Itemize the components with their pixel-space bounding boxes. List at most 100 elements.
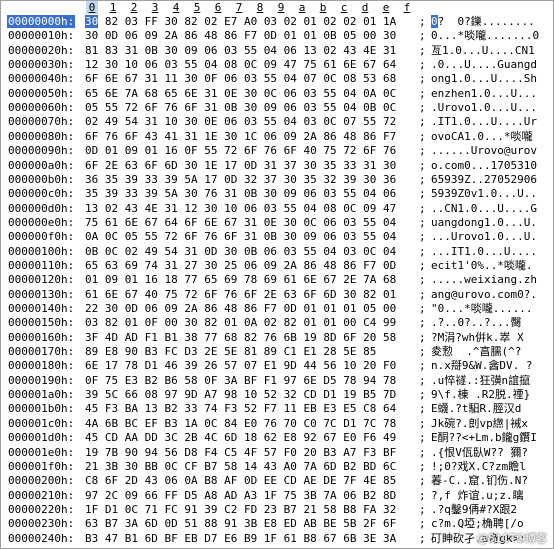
row-ascii-text[interactable]: 萶-C..窟.钔伤.N? xyxy=(431,474,528,487)
hex-row[interactable]: 000001c0h: 4A 6B BC EF B3 1A 0C 84 E0 76 … xyxy=(1,417,553,430)
row-ascii-text[interactable]: 夌愂 .^亯臑(^? xyxy=(431,345,521,358)
row-hex-bytes[interactable]: 6F 2E 63 6F 6D 30 1E 17 0D 31 37 30 35 3… xyxy=(85,159,396,172)
row-hex-bytes[interactable]: 0B 0C 02 49 54 31 0D 30 0B 06 03 55 04 0… xyxy=(85,245,396,258)
row-hex-bytes[interactable]: 21 3B 30 BB 0C CF B7 58 14 43 A0 7A 6D B… xyxy=(85,460,396,473)
row-hex-bytes[interactable]: 61 6E 67 40 75 72 6F 76 6F 2E 63 6F 6D 3… xyxy=(85,288,396,301)
hex-row[interactable]: 00000240h: B3 47 B1 6D BF EB D7 E6 B9 1F … xyxy=(1,532,553,545)
row-ascii-text[interactable]: .{恨V佤臥W?? 獮? xyxy=(431,446,528,459)
row-hex-bytes[interactable]: 30 82 03 FF 30 82 02 E7 A0 03 02 01 02 0… xyxy=(85,15,396,28)
hex-row[interactable]: 00000050h: 65 6E 7A 68 65 6E 31 0E 30 0C … xyxy=(1,87,553,100)
hex-row[interactable]: 00000180h: 6E 17 78 D1 46 39 26 57 07 E1 … xyxy=(1,359,553,372)
row-hex-bytes[interactable]: 6E 17 78 D1 46 39 26 57 07 E1 9D 44 56 1… xyxy=(85,359,396,372)
row-ascii-text[interactable]: .?..0?..?...臋 xyxy=(431,316,521,329)
row-hex-bytes[interactable]: 30 0D 06 09 2A 86 48 86 F7 0D 01 01 0B 0… xyxy=(85,29,396,42)
hex-row[interactable]: 00000120h: 01 09 01 16 18 77 65 69 78 69 … xyxy=(1,273,553,286)
hex-row[interactable]: 000001e0h: 19 7B 90 94 56 D8 F4 C5 4F 57 … xyxy=(1,446,553,459)
hex-row[interactable]: 00000220h: 1F D1 0C 71 FC 91 39 C2 FD 23 … xyxy=(1,503,553,516)
row-ascii-text[interactable]: enzhen1.0...U... xyxy=(431,87,537,100)
row-ascii-text[interactable]: n.x搿9&W.酓DV. ? xyxy=(431,359,532,372)
row-hex-bytes[interactable]: 03 82 01 0F 00 30 82 01 0A 02 82 01 01 0… xyxy=(85,316,396,329)
hex-row[interactable]: 00000100h: 0B 0C 02 49 54 31 0D 30 0B 06 … xyxy=(1,245,553,258)
row-ascii-text[interactable]: c?m.Q埡;桷聘[/o xyxy=(431,517,524,530)
row-ascii-text[interactable]: .....weixiang.zh xyxy=(431,273,537,286)
row-ascii-text[interactable]: .?q鑿9侢#?X跟2 xyxy=(431,503,517,516)
row-hex-bytes[interactable]: 36 35 39 33 39 5A 17 0D 32 37 30 35 32 3… xyxy=(85,173,396,186)
hex-row[interactable]: 000000e0h: 75 61 6E 67 64 6F 6E 67 31 0E … xyxy=(1,216,553,229)
row-ascii-text[interactable]: E酮??<+Lm.b鑨g鑦I xyxy=(431,431,537,444)
hex-row[interactable]: 000000b0h: 36 35 39 33 39 5A 17 0D 32 37 … xyxy=(1,173,553,186)
row-hex-bytes[interactable]: 97 2C 09 66 FF D5 A8 AD A3 1F 75 3B 7A 0… xyxy=(85,489,396,502)
row-ascii-text[interactable]: ?M涓?wh倂k.崒 X xyxy=(431,331,524,344)
hex-row[interactable]: 00000070h: 02 49 54 31 10 30 0E 06 03 55 … xyxy=(1,115,553,128)
row-ascii-text[interactable]: ?,f 炸谊.u;z.瞝 xyxy=(431,489,524,502)
row-hex-bytes[interactable]: 75 61 6E 67 64 6F 6E 67 31 0E 30 0C 06 0… xyxy=(85,216,396,229)
row-ascii-text[interactable]: 亙1.0...U....CN1 xyxy=(431,44,535,57)
hex-row[interactable]: 00000040h: 6F 6E 67 31 11 30 0F 06 03 55 … xyxy=(1,72,553,85)
row-ascii-text[interactable]: E蠛.?t馹R.脛汉d xyxy=(431,402,521,415)
hex-row[interactable]: 000000a0h: 6F 2E 63 6F 6D 30 1E 17 0D 31 … xyxy=(1,159,553,172)
hex-row[interactable]: 000000c0h: 35 39 33 39 5A 30 76 31 0B 30 … xyxy=(1,187,553,200)
row-hex-bytes[interactable]: 65 6E 7A 68 65 6E 31 0E 30 0C 06 03 55 0… xyxy=(85,87,396,100)
row-hex-bytes[interactable]: 01 09 01 16 18 77 65 69 78 69 61 6E 67 2… xyxy=(85,273,396,286)
hex-row[interactable]: 00000170h: 89 E8 90 B3 FC D3 2E 5E 81 89 … xyxy=(1,345,553,358)
hex-row[interactable]: 00000110h: 65 63 69 74 31 27 30 25 06 09 … xyxy=(1,259,553,272)
row-hex-bytes[interactable]: 45 CD AA DD 3C 2B 4C 6D 18 62 E8 92 67 E… xyxy=(85,431,396,444)
row-hex-bytes[interactable]: 0A 0C 05 55 72 6F 76 6F 31 0B 30 09 06 0… xyxy=(85,230,396,243)
row-ascii-text[interactable]: .IT1.0...U....Ur xyxy=(431,115,537,128)
row-hex-bytes[interactable]: 22 30 0D 06 09 2A 86 48 86 F7 0D 01 01 0… xyxy=(85,302,396,315)
row-ascii-text[interactable]: ..CN1.0...U....G xyxy=(431,202,537,215)
hex-row[interactable]: 00000140h: 22 30 0D 06 09 2A 86 48 86 F7 … xyxy=(1,302,553,315)
hex-row[interactable]: 00000160h: 3F 4D AD F1 B1 38 77 68 82 76 … xyxy=(1,331,553,344)
hex-row[interactable]: 00000080h: 6F 76 6F 43 41 31 1E 30 1C 06 … xyxy=(1,130,553,143)
row-hex-bytes[interactable]: 81 83 31 0B 30 09 06 03 55 04 06 13 02 4… xyxy=(85,44,396,57)
hex-row[interactable]: 000000f0h: 0A 0C 05 55 72 6F 76 6F 31 0B … xyxy=(1,230,553,243)
hex-row[interactable]: 00000000h: 30 82 03 FF 30 82 02 E7 A0 03 … xyxy=(1,15,553,28)
row-hex-bytes[interactable]: 6F 76 6F 43 41 31 1E 30 1C 06 09 2A 86 4… xyxy=(85,130,396,143)
hex-row[interactable]: 00000200h: C8 6F 2D 43 06 0A B8 AF 0D EE … xyxy=(1,474,553,487)
row-ascii-text[interactable]: ...Urovo1.0...U. xyxy=(431,230,537,243)
row-hex-bytes[interactable]: 02 49 54 31 10 30 0E 06 03 55 04 03 0C 0… xyxy=(85,115,396,128)
row-ascii-text[interactable]: 5939Z0v1.0...U.. xyxy=(431,187,537,200)
row-ascii-text[interactable]: ecit1'0%..*啖嚨. xyxy=(431,259,532,272)
row-ascii-text[interactable]: Jk碗?.剆vp繺|裓x xyxy=(431,417,528,430)
row-ascii-text[interactable]: .u悴禭.:狂彉n誼攛 xyxy=(431,374,530,387)
row-hex-bytes[interactable]: 89 E8 90 B3 FC D3 2E 5E 81 89 C1 E1 28 5… xyxy=(85,345,383,358)
hex-row[interactable]: 00000020h: 81 83 31 0B 30 09 06 03 55 04 … xyxy=(1,44,553,57)
row-hex-bytes[interactable]: 4A 6B BC EF B3 1A 0C 84 E0 76 70 C0 7C D… xyxy=(85,417,396,430)
row-hex-bytes[interactable]: 19 7B 90 94 56 D8 F4 C5 4F 57 F0 20 B3 A… xyxy=(85,446,396,459)
row-hex-bytes[interactable]: 1F D1 0C 71 FC 91 39 C2 FD 23 B7 21 58 B… xyxy=(85,503,396,516)
row-ascii-text[interactable]: 65939Z..27052906 xyxy=(431,173,537,186)
row-ascii-text[interactable]: "0...*啖嚨...... xyxy=(431,302,532,315)
hex-row[interactable]: 00000030h: 12 30 10 06 03 55 04 08 0C 09 … xyxy=(1,58,553,71)
row-hex-bytes[interactable]: 6F 6E 67 31 11 30 0F 06 03 55 04 07 0C 0… xyxy=(85,72,396,85)
row-ascii-text[interactable]: ...IT1.0...U.... xyxy=(431,245,537,258)
row-ascii-text[interactable]: uangdong1.0...U. xyxy=(431,216,537,229)
row-hex-bytes[interactable]: 39 5C 66 08 97 9D A7 98 10 52 32 CD D1 1… xyxy=(85,388,396,401)
hex-row[interactable]: 00000010h: 30 0D 06 09 2A 86 48 86 F7 0D … xyxy=(1,29,553,42)
hex-row[interactable]: 000001a0h: 39 5C 66 08 97 9D A7 98 10 52 … xyxy=(1,388,553,401)
row-hex-bytes[interactable]: C8 6F 2D 43 06 0A B8 AF 0D EE CD AE DE 7… xyxy=(85,474,396,487)
hex-row[interactable]: 00000090h: 0D 01 09 01 16 0F 55 72 6F 76 … xyxy=(1,144,553,157)
hex-row[interactable]: 000000d0h: 13 02 43 4E 31 12 30 10 06 03 … xyxy=(1,202,553,215)
hex-row[interactable]: 000001b0h: 45 F3 BA 13 B2 33 74 F3 52 F7 … xyxy=(1,402,553,415)
hex-row[interactable]: 000001f0h: 21 3B 30 BB 0C CF B7 58 14 43 … xyxy=(1,460,553,473)
row-hex-bytes[interactable]: B3 47 B1 6D BF EB D7 E6 B9 1F 61 B8 67 6… xyxy=(85,532,396,545)
row-hex-bytes[interactable]: 3F 4D AD F1 B1 38 77 68 82 76 6B 19 8D 6… xyxy=(85,331,396,344)
row-ascii-text[interactable]: 9\f.棟 .R2脱.禋} xyxy=(431,388,530,401)
row-hex-bytes[interactable]: 63 B7 3A 6D 0D 51 88 91 3B E8 ED AB BE 5… xyxy=(85,517,396,530)
hex-row[interactable]: 000001d0h: 45 CD AA DD 3C 2B 4C 6D 18 62 … xyxy=(1,431,553,444)
row-hex-bytes[interactable]: 45 F3 BA 13 B2 33 74 F3 52 F7 11 EB E3 E… xyxy=(85,402,396,415)
row-hex-bytes[interactable]: 0F 75 E3 B2 B6 58 0F 3A BF F1 97 6E D5 7… xyxy=(85,374,396,387)
row-ascii-text[interactable]: ong1.0...U....Sh xyxy=(431,72,537,85)
hex-row[interactable]: 00000130h: 61 6E 67 40 75 72 6F 76 6F 2E … xyxy=(1,288,553,301)
row-ascii-text[interactable]: .Urovo1.0...U... xyxy=(431,101,537,114)
row-hex-bytes[interactable]: 35 39 33 39 5A 30 76 31 0B 30 09 06 03 5… xyxy=(85,187,396,200)
row-hex-bytes[interactable]: 0D 01 09 01 16 0F 55 72 6F 76 6F 40 75 7… xyxy=(85,144,396,157)
row-ascii-text[interactable]: 0...*啖嚨.......0 xyxy=(431,29,539,42)
row-ascii-text[interactable]: !;0?戏X.C?zm瞻l xyxy=(431,460,526,473)
hex-row[interactable]: 00000230h: 63 B7 3A 6D 0D 51 88 91 3B E8 … xyxy=(1,517,553,530)
row-hex-bytes[interactable]: 12 30 10 06 03 55 04 08 0C 09 47 75 61 6… xyxy=(85,58,396,71)
row-hex-bytes[interactable]: 05 55 72 6F 76 6F 31 0B 30 09 06 03 55 0… xyxy=(85,101,396,114)
row-ascii-text[interactable]: ovoCA1.0...*啖嚨 xyxy=(431,130,532,143)
hex-row[interactable]: 00000060h: 05 55 72 6F 76 6F 31 0B 30 09 … xyxy=(1,101,553,114)
